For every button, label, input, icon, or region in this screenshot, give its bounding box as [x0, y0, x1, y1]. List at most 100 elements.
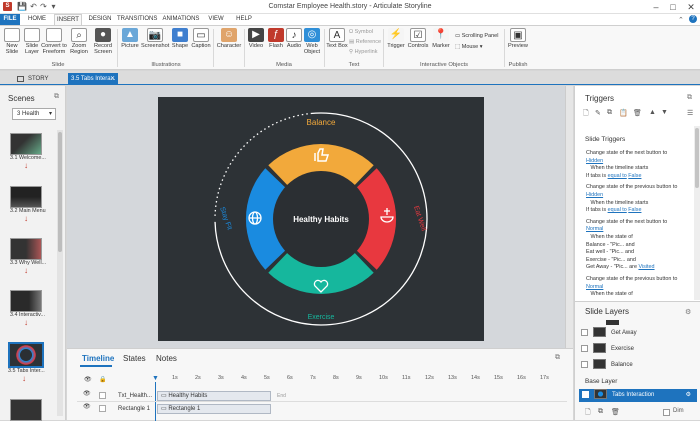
- zoom-region-button[interactable]: ⌕ Zoom Region: [68, 28, 90, 55]
- new-layer-icon[interactable]: 🗋: [585, 408, 591, 419]
- tab-home[interactable]: HOME: [24, 14, 50, 25]
- duplicate-layer-icon[interactable]: ⧉: [598, 408, 603, 416]
- eye-header-icon[interactable]: 👁: [84, 376, 92, 383]
- trigger-item[interactable]: Change state of the previous button to Hi…: [586, 184, 694, 214]
- playhead-icon[interactable]: ▼: [152, 375, 159, 382]
- timeline-row[interactable]: 👁 Rectangle 1 ▭ Rectangle 1: [77, 403, 567, 415]
- character-button[interactable]: ☺ Character: [215, 28, 243, 49]
- controls-button[interactable]: ☑ Controls: [406, 28, 430, 49]
- tab-view[interactable]: VIEW: [205, 14, 227, 25]
- scene-item[interactable]: 3.1 Welcome... ↓: [10, 133, 46, 170]
- layer-properties-icon[interactable]: ⚙: [686, 389, 691, 402]
- state-link[interactable]: Hidden: [586, 158, 603, 164]
- layer-visibility-checkbox[interactable]: [581, 328, 588, 336]
- mouse-button[interactable]: ⬚ Mouse ▾: [455, 43, 483, 52]
- tab-design[interactable]: DESIGN: [86, 14, 114, 25]
- panel-undock-icon[interactable]: ⧉: [687, 94, 692, 102]
- lock-checkbox[interactable]: [99, 405, 106, 412]
- shape-button[interactable]: ■ Shape: [169, 28, 191, 49]
- panel-menu-icon[interactable]: ⚙: [685, 308, 691, 316]
- dim-checkbox[interactable]: [663, 409, 670, 416]
- scene-item[interactable]: 3.3 Why Well... ↓: [10, 238, 46, 275]
- delete-trigger-icon[interactable]: 🗑: [633, 109, 642, 117]
- screenshot-button[interactable]: 📷 Screenshot: [141, 28, 169, 49]
- tab-file[interactable]: FILE: [0, 14, 20, 25]
- state-link[interactable]: Normal: [586, 284, 603, 290]
- slide-layer-button[interactable]: Slide Layer: [21, 28, 43, 55]
- tab-story-view[interactable]: STORY VIEW: [14, 73, 64, 94]
- value-link[interactable]: Visited: [638, 264, 654, 270]
- delete-layer-icon[interactable]: 🗑: [611, 408, 620, 416]
- trigger-button[interactable]: ⚡ Trigger: [385, 28, 407, 49]
- tab-timeline[interactable]: Timeline: [82, 354, 114, 363]
- timeline-bar[interactable]: ▭ Healthy Habits: [157, 391, 271, 401]
- trigger-item[interactable]: Change state of the next button to Hidden…: [586, 150, 694, 180]
- scene-item[interactable]: 3.2 Main Menu ↓: [10, 186, 46, 223]
- ribbon-collapse-icon[interactable]: ⌃: [678, 16, 684, 24]
- layer-row[interactable]: Exercise: [581, 343, 697, 356]
- preview-button[interactable]: ▣ Preview: [506, 28, 530, 49]
- hyperlink-button[interactable]: ⚲ Hyperlink: [349, 48, 378, 57]
- lock-checkbox[interactable]: [99, 392, 106, 399]
- scroll-thumb[interactable]: [695, 128, 699, 188]
- text-box-button[interactable]: A Text Box: [326, 28, 348, 49]
- caption-button[interactable]: ▭ Caption: [190, 28, 212, 49]
- scene-dropdown[interactable]: 3 Health ▾: [12, 108, 56, 120]
- paste-trigger-icon[interactable]: 📋: [619, 109, 628, 117]
- move-up-icon[interactable]: ▲: [649, 109, 656, 116]
- record-screen-button[interactable]: ● Record Screen: [90, 28, 116, 55]
- layer-row[interactable]: Get Away: [581, 327, 697, 340]
- layer-visibility-checkbox[interactable]: [581, 360, 588, 368]
- layer-row[interactable]: Balance: [581, 359, 697, 372]
- operator-link[interactable]: equal to: [608, 173, 627, 179]
- tab-notes[interactable]: Notes: [156, 354, 177, 363]
- marker-button[interactable]: 📍 Marker: [430, 28, 452, 49]
- value-link[interactable]: False: [628, 173, 641, 179]
- panel-undock-icon[interactable]: ⧉: [54, 93, 59, 101]
- operator-link[interactable]: equal to: [608, 207, 627, 213]
- new-slide-button[interactable]: New Slide: [1, 28, 23, 55]
- scroll-thumb[interactable]: [58, 132, 62, 252]
- canvas-scrollbar[interactable]: [565, 86, 573, 348]
- base-layer-row[interactable]: Tabs Interaction ⚙: [579, 389, 697, 402]
- maximize-icon[interactable]: □: [665, 0, 681, 14]
- tab-slide[interactable]: 3.5 Tabs Intera... ✕: [68, 73, 118, 85]
- tab-insert[interactable]: INSERT: [54, 14, 82, 25]
- web-object-button[interactable]: ◎ Web Object: [302, 28, 322, 55]
- timeline-row[interactable]: 👁 Txt_Health... ▭ Healthy Habits End: [77, 390, 567, 402]
- panel-undock-icon[interactable]: ⧉: [555, 354, 560, 362]
- move-down-icon[interactable]: ▼: [661, 109, 668, 116]
- layer-visibility-checkbox[interactable]: [581, 344, 588, 352]
- triggers-scrollbar[interactable]: [694, 126, 700, 300]
- value-link[interactable]: False: [628, 207, 641, 213]
- trigger-options-icon[interactable]: ☰: [687, 109, 693, 117]
- tab-help[interactable]: HELP: [233, 14, 255, 25]
- scene-item[interactable]: [10, 399, 42, 421]
- video-button[interactable]: ▶ Video: [245, 28, 267, 49]
- eye-icon[interactable]: 👁: [83, 390, 91, 397]
- help-icon[interactable]: ?: [689, 15, 697, 23]
- lock-header-icon[interactable]: 🔒: [99, 376, 106, 383]
- layer-visibility-checkbox[interactable]: [582, 390, 589, 398]
- trigger-item[interactable]: Change state of the next button to Normal…: [586, 219, 694, 272]
- new-trigger-icon[interactable]: 🗋: [583, 109, 589, 120]
- scene-item-selected[interactable]: 3.5 Tabs Inter... ↓: [8, 342, 45, 383]
- trigger-item[interactable]: Change state of the previous button to No…: [586, 276, 694, 299]
- eye-icon[interactable]: 👁: [83, 403, 91, 410]
- close-tab-icon[interactable]: ✕: [110, 73, 115, 85]
- convert-freeform-button[interactable]: Convert to Freeform: [41, 28, 67, 55]
- edit-trigger-icon[interactable]: ✎: [595, 109, 601, 117]
- scene-item[interactable]: 3.4 Interactiv... ↓: [10, 290, 45, 327]
- reference-button[interactable]: ▤ Reference: [349, 38, 381, 47]
- state-link[interactable]: Hidden: [586, 192, 603, 198]
- tab-transitions[interactable]: TRANSITIONS: [117, 14, 157, 25]
- copy-trigger-icon[interactable]: ⧉: [607, 109, 612, 117]
- minimize-icon[interactable]: –: [648, 0, 664, 14]
- state-link[interactable]: Normal: [586, 226, 603, 232]
- scrolling-panel-button[interactable]: ▭ Scrolling Panel: [455, 32, 498, 41]
- tab-states[interactable]: States: [123, 354, 146, 363]
- symbol-button[interactable]: Ω Symbol: [349, 28, 373, 37]
- picture-button[interactable]: ▲ Picture: [119, 28, 141, 49]
- timeline-bar[interactable]: ▭ Rectangle 1: [157, 404, 271, 414]
- close-icon[interactable]: ✕: [683, 0, 699, 14]
